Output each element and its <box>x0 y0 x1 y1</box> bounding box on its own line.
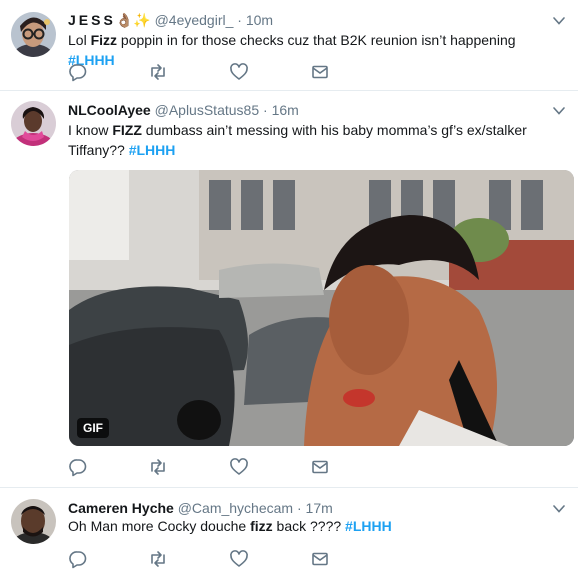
tweet[interactable]: Cameren Hyche @Cam_hychecam · 17m Oh Man… <box>0 488 578 580</box>
text-segment: back ???? <box>272 518 346 534</box>
gif-media[interactable]: GIF <box>69 170 574 446</box>
text-segment: I know <box>68 122 113 138</box>
tweet-actions <box>68 549 368 569</box>
gif-frame <box>69 170 574 446</box>
chevron-down-icon[interactable] <box>552 502 566 516</box>
tweet-actions <box>68 457 368 477</box>
retweet-icon[interactable] <box>148 62 168 82</box>
timestamp[interactable]: 10m <box>246 12 273 28</box>
tweet-text: Oh Man more Cocky douche fizz back ???? … <box>68 516 558 536</box>
text-segment-bold: fizz <box>250 518 273 534</box>
tweet[interactable]: JESS👌🏽✨ @4eyedgirl_ · 10m Lol Fizz poppi… <box>0 0 578 90</box>
timestamp[interactable]: 16m <box>272 102 299 118</box>
timestamp[interactable]: 17m <box>306 500 333 516</box>
hashtag-link[interactable]: #LHHH <box>129 142 176 158</box>
reply-icon[interactable] <box>68 549 88 569</box>
tweet[interactable]: NLCoolAyee @AplusStatus85 · 16m I know F… <box>0 91 578 487</box>
text-segment: Oh Man more Cocky douche <box>68 518 251 534</box>
text-segment-bold: FIZZ <box>112 122 142 138</box>
display-name[interactable]: Cameren Hyche <box>68 500 174 516</box>
avatar[interactable] <box>11 499 56 544</box>
text-segment: Lol <box>68 32 91 48</box>
heart-icon[interactable] <box>229 62 249 82</box>
retweet-icon[interactable] <box>148 549 168 569</box>
reply-icon[interactable] <box>68 62 88 82</box>
tweet-actions <box>68 62 368 82</box>
separator-dot: · <box>237 12 242 28</box>
hashtag-link[interactable]: #LHHH <box>345 518 392 534</box>
text-segment-bold: Fizz <box>90 32 118 48</box>
text-segment: Tiffany?? <box>68 142 129 158</box>
user-handle[interactable]: @AplusStatus85 <box>155 102 260 118</box>
heart-icon[interactable] <box>229 549 249 569</box>
avatar[interactable] <box>11 12 56 57</box>
envelope-icon[interactable] <box>310 62 330 82</box>
text-segment: dumbass ain’t messing with his baby momm… <box>141 122 527 138</box>
name-emoji: 👌🏽✨ <box>115 12 151 28</box>
avatar[interactable] <box>11 101 56 146</box>
user-handle[interactable]: @Cam_hychecam <box>178 500 293 516</box>
separator-dot: · <box>263 102 268 118</box>
chevron-down-icon[interactable] <box>552 104 566 118</box>
display-name[interactable]: NLCoolAyee <box>68 102 151 118</box>
display-name[interactable]: JESS <box>68 12 116 28</box>
gif-badge: GIF <box>77 418 109 438</box>
heart-icon[interactable] <box>229 457 249 477</box>
user-handle[interactable]: @4eyedgirl_ <box>155 12 234 28</box>
chevron-down-icon[interactable] <box>552 14 566 28</box>
retweet-icon[interactable] <box>148 457 168 477</box>
envelope-icon[interactable] <box>310 549 330 569</box>
tweet-text: I know FIZZ dumbass ain’t messing with h… <box>68 120 558 160</box>
text-segment: poppin in for those checks cuz that B2K … <box>117 32 516 48</box>
envelope-icon[interactable] <box>310 457 330 477</box>
reply-icon[interactable] <box>68 457 88 477</box>
separator-dot: · <box>296 500 302 516</box>
